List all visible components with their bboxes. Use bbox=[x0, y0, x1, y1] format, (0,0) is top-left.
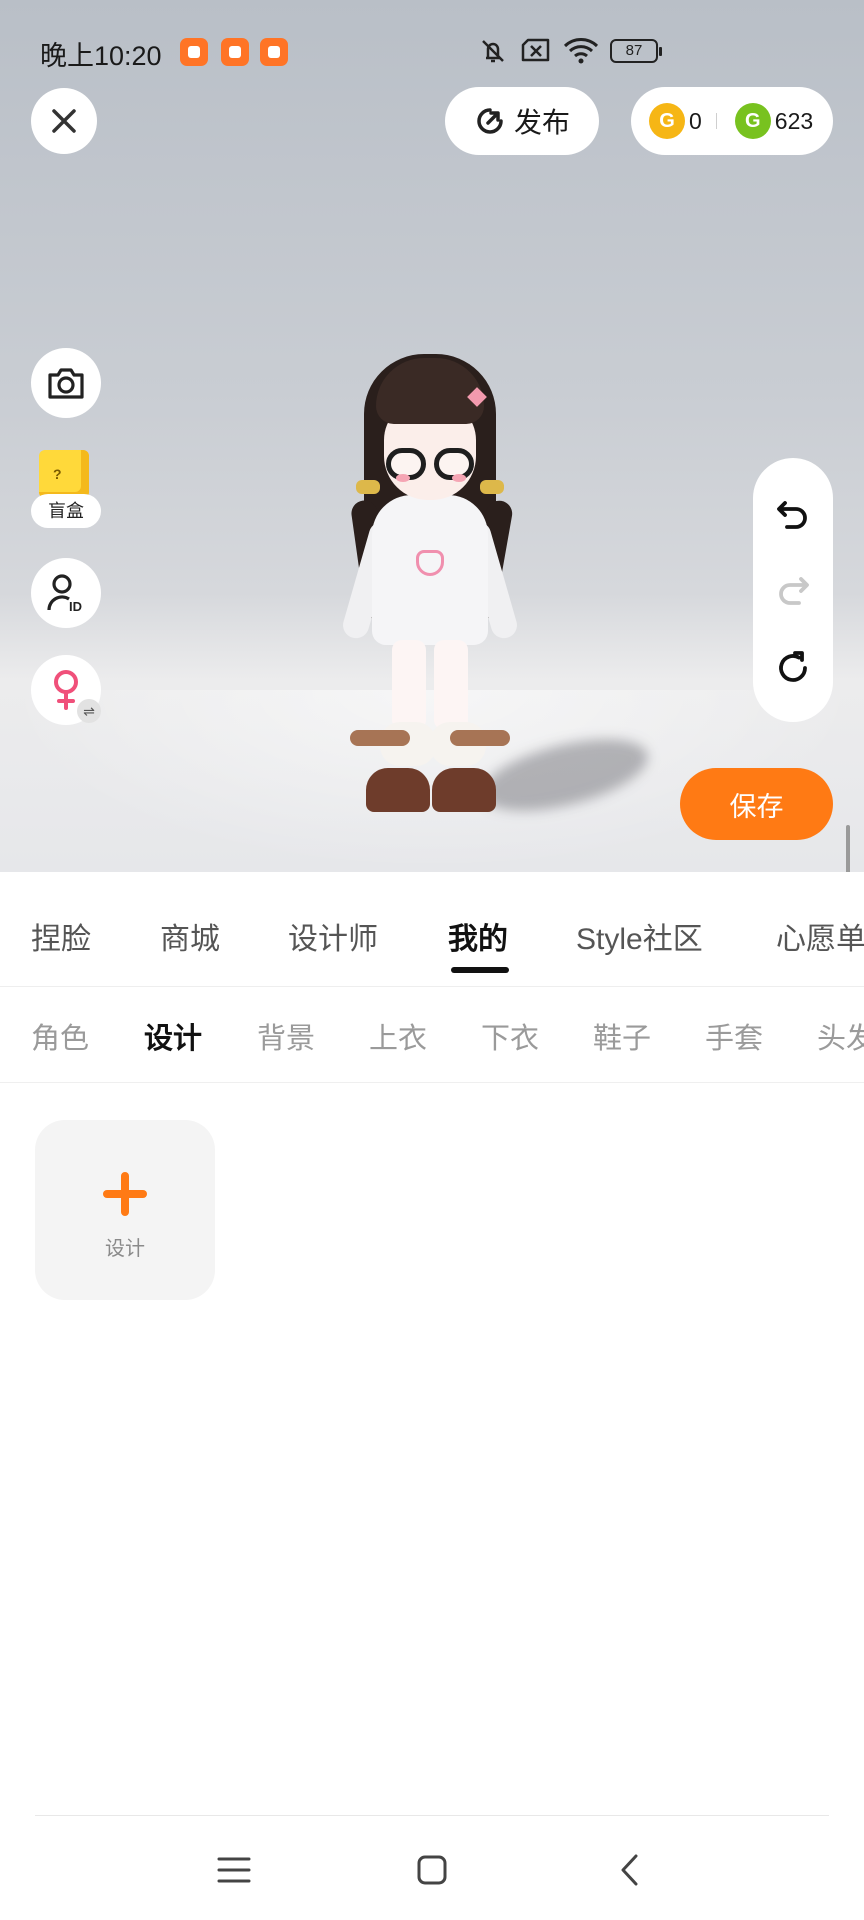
tab-face[interactable]: 捏脸 bbox=[31, 914, 91, 958]
close-icon bbox=[52, 109, 76, 133]
gender-switch-button[interactable]: ⇌ bbox=[31, 655, 101, 725]
publish-label: 发布 bbox=[513, 107, 570, 138]
subtab-shoes[interactable]: 鞋子 bbox=[593, 1015, 651, 1057]
avatar-leg-left bbox=[392, 640, 426, 730]
message-app-icon bbox=[260, 38, 288, 66]
tab-wishlist[interactable]: 心愿单 bbox=[776, 914, 864, 958]
status-time: 晚上10:20 bbox=[40, 41, 162, 71]
subtab-background[interactable]: 背景 bbox=[257, 1015, 315, 1057]
battery-indicator: 87 bbox=[610, 39, 662, 63]
new-design-label: 设计 bbox=[105, 1238, 145, 1260]
status-bar: 晚上10:20 87 bbox=[0, 30, 864, 74]
undo-button[interactable] bbox=[773, 494, 813, 534]
reset-icon bbox=[779, 651, 807, 682]
green-coin-count: 623 bbox=[774, 107, 814, 134]
blind-box-button[interactable]: ? 盲盒 bbox=[31, 450, 103, 530]
sub-tab-bar: 角色 设计 背景 上衣 下衣 鞋子 手套 头发 bbox=[0, 987, 864, 1083]
svg-text:ID: ID bbox=[69, 599, 82, 614]
no-sim-icon bbox=[521, 38, 550, 62]
subtab-character[interactable]: 角色 bbox=[31, 1015, 89, 1057]
subtab-hair[interactable]: 头发 bbox=[817, 1015, 864, 1057]
camera-icon bbox=[48, 368, 84, 399]
reset-button[interactable] bbox=[773, 648, 813, 688]
swap-icon: ⇌ bbox=[77, 699, 101, 723]
tab-designer[interactable]: 设计师 bbox=[288, 914, 378, 958]
video-app-icon bbox=[180, 38, 208, 66]
clipboard-app-icon bbox=[221, 38, 249, 66]
subtab-bottoms[interactable]: 下衣 bbox=[481, 1015, 539, 1057]
tab-style-community[interactable]: Style社区 bbox=[576, 914, 703, 958]
subtab-tops[interactable]: 上衣 bbox=[369, 1015, 427, 1057]
blind-box-icon: ? bbox=[39, 450, 89, 498]
avatar-bow-right bbox=[480, 480, 504, 494]
publish-button[interactable]: 发布 bbox=[445, 87, 599, 155]
menu-icon bbox=[217, 1857, 251, 1883]
home-button[interactable] bbox=[407, 1845, 457, 1895]
publish-icon bbox=[477, 108, 503, 134]
nav-divider bbox=[35, 1815, 829, 1816]
redo-icon bbox=[779, 577, 809, 605]
avatar-bow-left bbox=[356, 480, 380, 494]
avatar-cuff-right bbox=[450, 730, 510, 746]
undo-icon bbox=[777, 501, 807, 529]
recent-apps-button[interactable] bbox=[209, 1845, 259, 1895]
mute-bell-icon bbox=[482, 40, 504, 63]
avatar-blush-right bbox=[452, 474, 466, 482]
avatar-shoe-left bbox=[366, 768, 430, 812]
save-button[interactable]: 保存 bbox=[680, 768, 833, 840]
wifi-icon bbox=[563, 38, 599, 64]
plus-icon bbox=[103, 1172, 147, 1216]
tab-mine[interactable]: 我的 bbox=[448, 914, 508, 958]
avatar-id-button[interactable]: ID bbox=[31, 558, 101, 628]
main-tab-bar: 捏脸 商城 设计师 我的 Style社区 心愿单 bbox=[0, 872, 864, 987]
redo-button[interactable] bbox=[773, 570, 813, 610]
avatar-shoe-right bbox=[432, 768, 496, 812]
avatar-character[interactable] bbox=[330, 350, 655, 830]
active-tab-indicator bbox=[451, 967, 509, 973]
tab-shop[interactable]: 商城 bbox=[160, 914, 220, 958]
subtab-design[interactable]: 设计 bbox=[144, 1015, 202, 1057]
avatar-cuff-left bbox=[350, 730, 410, 746]
history-controls bbox=[753, 458, 833, 722]
home-square-icon bbox=[417, 1855, 447, 1885]
coin-divider bbox=[715, 113, 717, 129]
new-design-card[interactable]: 设计 bbox=[35, 1120, 215, 1300]
back-chevron-icon bbox=[621, 1854, 638, 1886]
gold-coin-icon: G bbox=[649, 103, 685, 139]
user-id-icon: ID bbox=[47, 574, 82, 614]
blind-box-label: 盲盒 bbox=[31, 494, 101, 528]
close-button[interactable] bbox=[31, 88, 97, 154]
back-button[interactable] bbox=[605, 1845, 655, 1895]
green-coin-icon: G bbox=[734, 103, 771, 139]
subtab-gloves[interactable]: 手套 bbox=[705, 1015, 763, 1057]
avatar-blush-left bbox=[396, 474, 410, 482]
currency-balance[interactable]: G 0 G 623 bbox=[631, 87, 833, 155]
avatar-leg-right bbox=[434, 640, 468, 730]
avatar-scene[interactable]: 晚上10:20 87 发布 G 0 G 623 ? 盲盒 ID ⇌ 保存 bbox=[0, 0, 864, 872]
gold-coin-count: 0 bbox=[689, 107, 702, 134]
camera-button[interactable] bbox=[31, 348, 101, 418]
battery-level: 87 bbox=[625, 42, 643, 59]
